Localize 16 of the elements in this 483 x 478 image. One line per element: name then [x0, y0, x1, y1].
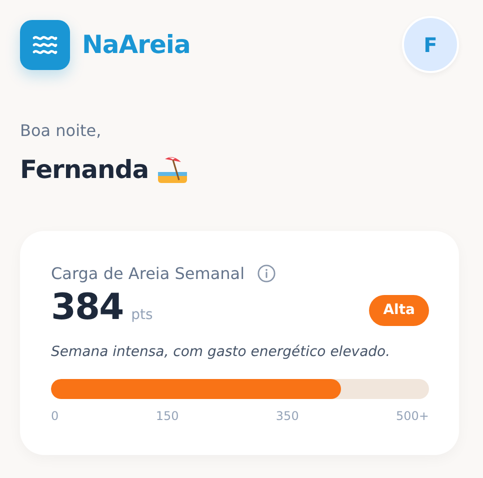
card-title: Carga de Areia Semanal [51, 262, 245, 284]
logo-icon [20, 20, 70, 70]
scale-label: 150 [156, 408, 179, 424]
avatar-button[interactable]: F [402, 16, 459, 73]
unit-label: pts [131, 306, 153, 324]
scale-label: 0 [51, 408, 59, 424]
beach-umbrella-icon [156, 156, 189, 184]
load-description: Semana intensa, com gasto energético elevado. [51, 342, 392, 362]
scale-label: 500+ [396, 408, 429, 424]
intensity-badge: Alta [369, 294, 429, 326]
brand-name: NaAreia [82, 28, 190, 61]
load-value: 384 [51, 290, 124, 326]
greeting-text: Boa noite, [20, 120, 102, 142]
scale-label: 350 [276, 408, 299, 424]
info-icon[interactable] [256, 264, 276, 283]
user-name: Fernanda [20, 154, 149, 186]
